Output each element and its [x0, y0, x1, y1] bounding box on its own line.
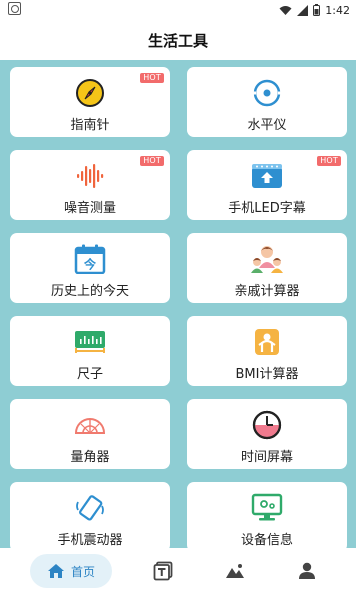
bmi-scale-icon [250, 327, 284, 357]
tool-card-device-info[interactable]: 设备信息 [187, 482, 347, 548]
tool-card-bmi-calculator[interactable]: BMI计算器 [187, 316, 347, 386]
calendar-today-icon: 今 [73, 244, 107, 274]
user-icon [299, 562, 315, 579]
hot-badge: HOT [317, 156, 341, 166]
family-icon [250, 244, 284, 274]
clock-icon [250, 410, 284, 440]
app-header: 生活工具 [0, 20, 356, 60]
status-time: 1:42 [325, 3, 350, 17]
sound-wave-icon [73, 161, 107, 191]
tool-card-relative-calculator[interactable]: 亲戚计算器 [187, 233, 347, 303]
signal-icon [297, 4, 309, 16]
bottom-nav: 首页 [0, 548, 356, 596]
tool-label: 指南针 [70, 118, 110, 133]
level-icon [250, 78, 284, 108]
tool-card-time-screen[interactable]: 时间屏幕 [187, 399, 347, 469]
nav-home-label: 首页 [70, 564, 95, 579]
tool-card-ruler[interactable]: 尺子 [10, 316, 170, 386]
device-info-icon [250, 493, 284, 523]
wifi-icon [279, 5, 292, 15]
nav-tools-tab[interactable] [148, 554, 178, 588]
tool-card-phone-vibrator[interactable]: 手机震动器 [10, 482, 170, 548]
nav-gallery-tab[interactable] [220, 554, 250, 588]
tool-card-history-today[interactable]: 今 历史上的今天 [10, 233, 170, 303]
status-indicators: 1:42 [279, 2, 350, 18]
nav-profile-tab[interactable] [292, 554, 322, 588]
calendar-icon-text: 今 [83, 257, 97, 272]
phone-vibrate-icon [73, 493, 107, 523]
tool-card-protractor[interactable]: 量角器 [10, 399, 170, 469]
page-title: 生活工具 [147, 31, 208, 50]
tools-icon [153, 561, 173, 581]
tool-label: 水平仪 [247, 118, 287, 133]
tool-label: 时间屏幕 [240, 450, 293, 465]
status-bar: 1:42 [0, 0, 356, 20]
tool-label: 亲戚计算器 [234, 284, 300, 299]
tool-card-compass[interactable]: HOT 指南针 [10, 67, 170, 137]
nav-home-tab[interactable]: 首页 [30, 554, 112, 588]
tool-card-noise-meter[interactable]: HOT 噪音测量 [10, 150, 170, 220]
hot-badge: HOT [140, 156, 164, 166]
protractor-icon [73, 410, 107, 440]
tool-label: BMI计算器 [235, 367, 299, 382]
tool-label: 噪音测量 [63, 201, 116, 216]
tool-label: 量角器 [70, 450, 110, 465]
battery-icon [313, 4, 321, 16]
tool-label: 手机震动器 [57, 533, 123, 548]
app-notification-icon [8, 2, 21, 15]
tool-label: 设备信息 [240, 533, 293, 548]
tool-label: 历史上的今天 [50, 284, 129, 299]
home-icon [47, 564, 64, 578]
compass-icon [73, 78, 107, 108]
hot-badge: HOT [140, 73, 164, 83]
tool-card-led-subtitle[interactable]: HOT 手机LED字幕 [187, 150, 347, 220]
photo-icon [226, 564, 244, 578]
led-subtitle-icon [250, 161, 284, 191]
tools-grid: HOT 指南针 水平仪 HOT 噪音测量 HOT 手机LED字幕 今 历史上的今… [0, 60, 356, 548]
ruler-icon [73, 327, 107, 357]
tool-label: 手机LED字幕 [228, 201, 306, 216]
tool-label: 尺子 [76, 367, 103, 382]
tool-card-level[interactable]: 水平仪 [187, 67, 347, 137]
